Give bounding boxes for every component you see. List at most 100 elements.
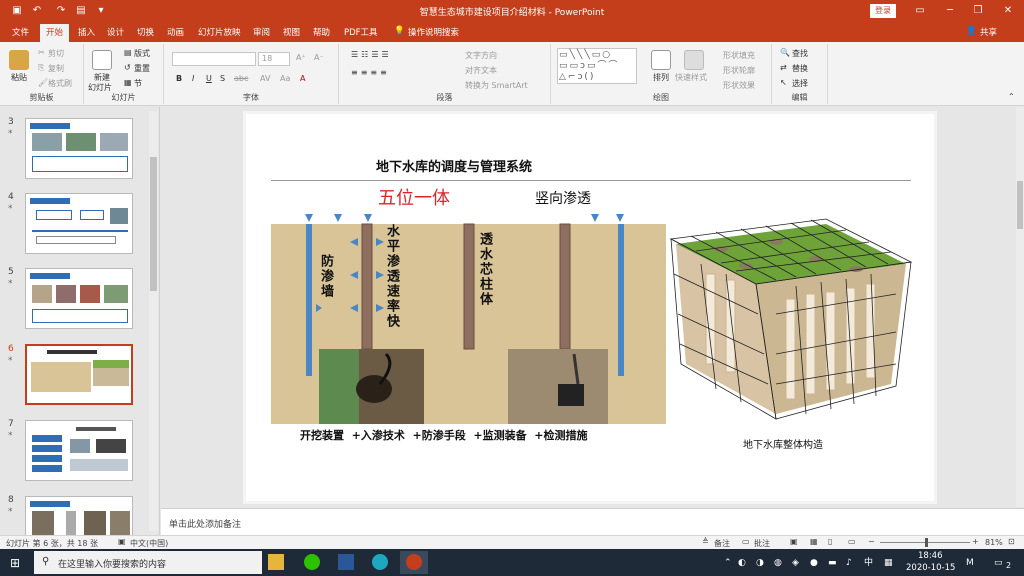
shapes-gallery[interactable]: ▭╲╲╲▭○ ▭▭ↄ▭⌒⌒ △⌐ↄ() [557,48,637,84]
section-button[interactable]: 节 [134,78,142,89]
slide-thumbnail-3[interactable] [25,118,133,179]
slideshow-view-icon[interactable]: ▭ [848,537,856,546]
shadow-button[interactable]: S [220,74,225,83]
tell-me-search[interactable]: 操作说明搜索 [408,26,459,38]
zoom-level[interactable]: 81% [985,538,1003,547]
clock-date[interactable]: 2020-10-15 [906,563,955,573]
minimize-icon[interactable]: ─ [936,2,964,20]
wechat-icon[interactable] [304,554,320,570]
grow-font-icon[interactable]: A⁺ [296,53,306,62]
tray-app-icon[interactable]: ◍ [774,553,782,573]
tab-file[interactable]: 文件 [12,26,29,38]
tray-app-icon[interactable]: ◑ [756,553,764,573]
shape-outline-button[interactable]: 形状轮廓 [723,65,755,76]
font-color-icon[interactable]: A [300,74,305,83]
paste-icon[interactable] [9,50,29,70]
powerpoint-taskbar-active[interactable] [400,551,428,574]
taskbar-search-box[interactable]: ⚲ 在这里输入你要搜索的内容 [34,551,262,574]
maximize-icon[interactable]: ❐ [964,2,992,20]
tab-pdf-tools[interactable]: PDF工具 [344,26,378,38]
copy-button[interactable]: 复制 [48,63,64,74]
share-icon[interactable]: 👤 [966,26,977,36]
slide-thumbnail-6[interactable] [25,344,133,405]
tab-view[interactable]: 视图 [283,26,300,38]
select-icon[interactable]: ↖ [780,78,787,87]
start-icon[interactable]: ⊞ [10,553,20,573]
notes-icon[interactable]: ≜ [702,537,709,546]
find-icon[interactable]: 🔍 [780,48,790,57]
slide-thumbnail-8[interactable] [25,496,133,535]
format-painter-button[interactable]: 格式刷 [48,78,72,89]
arrange-button[interactable]: 排列 [653,72,669,83]
keyboard-icon[interactable]: ▦ [884,553,893,573]
login-button[interactable]: 登录 [870,4,896,18]
panel-scroll-thumb[interactable] [150,157,157,291]
new-slide-icon[interactable] [92,50,112,70]
find-button[interactable]: 查找 [792,48,808,59]
slide-thumbnail-5[interactable] [25,268,133,329]
list-buttons-icon[interactable]: ☰☷☰☰ [351,50,392,59]
slide-scroll-thumb[interactable] [1017,181,1023,229]
comments-icon[interactable]: ▭ [742,537,750,546]
copy-icon[interactable]: ⎘ [38,63,44,73]
align-text-button[interactable]: 对齐文本 [465,65,497,76]
bold-button[interactable]: B [176,74,182,83]
cut-icon[interactable]: ✂ [38,48,45,57]
slide-scrollbar[interactable] [1016,107,1024,507]
paste-button[interactable]: 粘贴 [11,72,27,83]
strikethrough-button[interactable]: abc [234,74,248,83]
slide-sorter-icon[interactable]: ▦ [810,537,818,546]
tab-animations[interactable]: 动画 [167,26,184,38]
tray-shield-icon[interactable]: ◈ [792,553,799,573]
reset-button[interactable]: 重置 [134,63,150,74]
share-button[interactable]: 共享 [980,26,997,38]
tab-home[interactable]: 开始 [40,24,70,42]
word-icon[interactable] [338,554,354,570]
reset-icon[interactable]: ↺ [124,63,131,72]
tray-overflow-icon[interactable]: ⌃ [724,553,732,573]
accessibility-icon[interactable]: ▣ [118,537,126,546]
clock-time[interactable]: 18:46 [918,551,943,561]
panel-scrollbar[interactable] [149,111,158,531]
tab-insert[interactable]: 插入 [78,26,95,38]
notes-button[interactable]: 备注 [714,538,730,549]
notes-pane[interactable]: 单击此处添加备注 [161,508,1024,535]
shape-fill-button[interactable]: 形状填充 [723,50,755,61]
layout-button[interactable]: 版式 [134,48,150,59]
zoom-in-icon[interactable]: + [972,537,979,546]
shape-effects-button[interactable]: 形状效果 [723,80,755,91]
zoom-out-icon[interactable]: − [868,537,875,546]
browser-icon[interactable] [372,554,388,570]
arrange-icon[interactable] [651,50,671,70]
ribbon-display-icon[interactable]: ▭ [906,2,934,20]
input-method-icon[interactable]: M [966,553,974,573]
collapse-ribbon-icon[interactable]: ⌃ [1008,92,1015,101]
layout-icon[interactable]: ▤ [124,48,132,57]
section-icon[interactable]: ▦ [124,78,132,87]
replace-button[interactable]: 替换 [792,63,808,74]
fit-slide-icon[interactable]: ⊡ [1008,537,1015,546]
change-case-icon[interactable]: Aa [280,74,290,83]
tab-transitions[interactable]: 切换 [137,26,154,38]
format-painter-icon[interactable]: 🖌 [38,78,48,87]
zoom-slider-thumb[interactable] [925,538,928,547]
shrink-font-icon[interactable]: A⁻ [314,53,324,62]
reading-view-icon[interactable]: ▯ [828,537,832,546]
normal-view-icon[interactable]: ▣ [790,537,798,546]
char-spacing-icon[interactable]: AV [260,74,270,83]
tray-app-icon[interactable]: ● [810,553,818,573]
convert-smartart-button[interactable]: 转换为 SmartArt [465,80,528,91]
ime-indicator[interactable]: 中 [864,553,873,573]
font-name-input[interactable] [172,52,256,66]
underline-button[interactable]: U [206,74,212,83]
tab-help[interactable]: 帮助 [313,26,330,38]
language-indicator[interactable]: 中文(中国) [130,538,168,549]
font-size-input[interactable]: 18 [258,52,290,66]
italic-button[interactable]: I [192,74,194,83]
replace-icon[interactable]: ⇄ [780,63,787,72]
file-explorer-icon[interactable] [268,554,284,570]
volume-icon[interactable]: ♪ [846,553,852,573]
select-button[interactable]: 选择 [792,78,808,89]
comments-button[interactable]: 批注 [754,538,770,549]
close-icon[interactable]: ✕ [994,2,1022,20]
